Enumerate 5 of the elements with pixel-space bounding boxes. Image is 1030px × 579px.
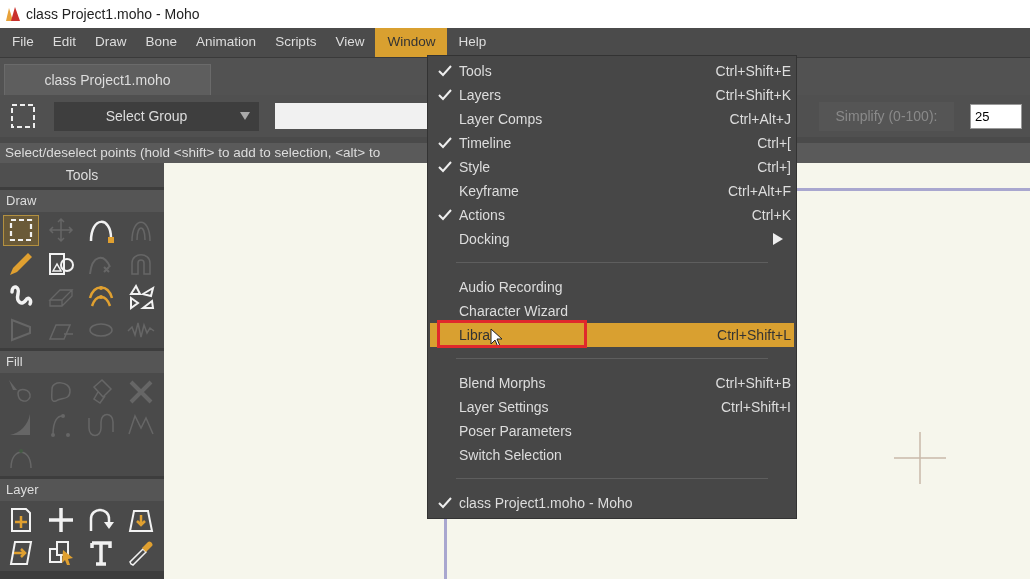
section-header: Fill	[0, 351, 164, 373]
window-title: class Project1.moho - Moho	[26, 4, 200, 24]
panel-title: Tools	[0, 163, 164, 187]
section-header: Layer	[0, 479, 164, 501]
section-header: Draw	[0, 190, 164, 212]
